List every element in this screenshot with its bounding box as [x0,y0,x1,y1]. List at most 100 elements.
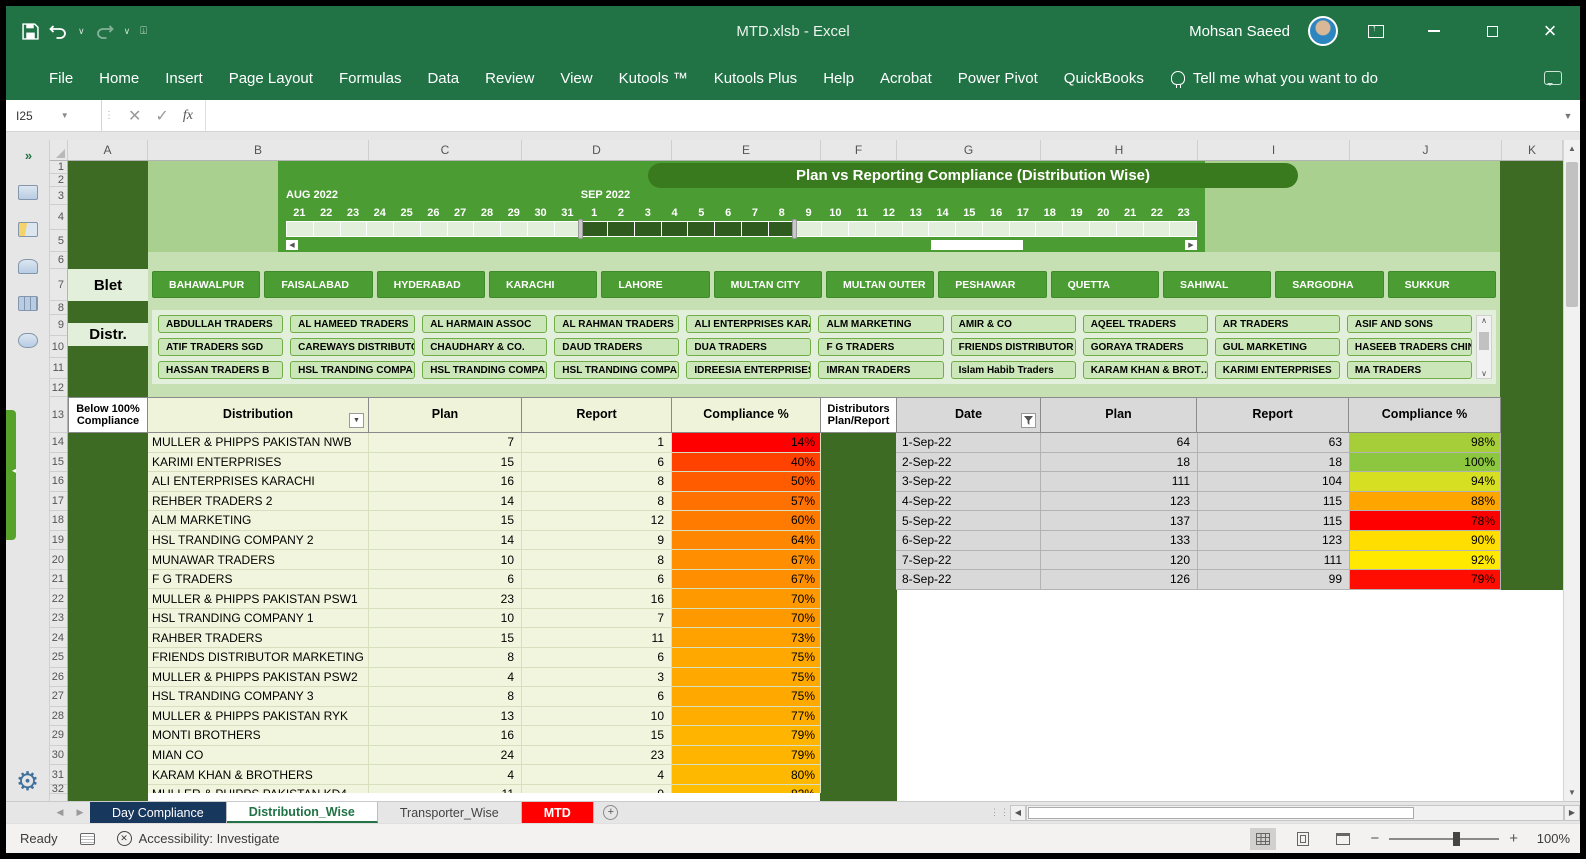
timeline-day-cell[interactable] [367,221,394,237]
timeline-day-cell[interactable] [1144,221,1171,237]
distribution-name-cell[interactable]: MULLER & PHIPPS PAKISTAN PSW1 [148,589,369,609]
distributor-button-hassan-traders-b[interactable]: HASSAN TRADERS B [158,361,283,379]
row-header-15[interactable]: 15 [50,453,67,473]
save-icon[interactable] [22,23,39,40]
compliance-cell[interactable]: 100% [1350,453,1501,473]
ribbon-tab-quickbooks[interactable]: QuickBooks [1051,64,1157,93]
plan-cell[interactable]: 14 [369,531,522,551]
compliance-cell[interactable]: 75% [672,648,821,668]
distributor-button-al-hameed-traders[interactable]: AL HAMEED TRADERS [290,315,415,333]
distributor-button-haseeb-traders-chini[interactable]: HASEEB TRADERS CHINI… [1347,338,1472,356]
scroll-up-icon[interactable]: ▲ [1564,140,1580,157]
column-header-k[interactable]: K [1502,140,1563,160]
vertical-scroll-thumb[interactable] [1566,162,1578,307]
distribution-name-cell[interactable]: ALM MARKETING [148,511,369,531]
formula-input[interactable] [206,100,1556,131]
scroll-down-icon[interactable]: ∨ [1481,369,1487,378]
distributor-button-ali-enterprises-kara[interactable]: ALI ENTERPRISES KARA… [686,315,811,333]
redo-icon[interactable] [95,23,114,39]
timeline-day-cell-selected[interactable] [742,221,769,237]
plan-cell[interactable]: 10 [369,609,522,629]
belt-button-hyderabad[interactable]: HYDERABAD [377,271,485,298]
distribution-name-cell[interactable]: MONTI BROTHERS [148,726,369,746]
report-cell[interactable]: 104 [1198,472,1350,492]
distributor-button-hsl-tranding-compa[interactable]: HSL TRANDING COMPA… [422,361,547,379]
compliance-cell[interactable]: 70% [672,589,821,609]
plan-cell[interactable]: 137 [1041,511,1198,531]
sheet-tab-mtd[interactable]: MTD [522,802,594,823]
distribution-name-cell[interactable]: KARIMI ENTERPRISES [148,453,369,473]
column-header-h[interactable]: H [1041,140,1198,160]
compliance-cell[interactable]: 78% [1350,511,1501,531]
plan-cell[interactable]: 8 [369,648,522,668]
column-header-j[interactable]: J [1350,140,1502,160]
row-header-25[interactable]: 25 [50,648,67,668]
timeline-day-cell[interactable] [421,221,448,237]
select-all-corner[interactable] [50,140,68,160]
ribbon-tab-kutools-plus[interactable]: Kutools Plus [701,64,810,93]
column-header-i[interactable]: I [1198,140,1350,160]
timeline-selection-end-handle[interactable] [792,219,797,239]
timeline-day-cell-selected[interactable] [635,221,662,237]
report-cell[interactable]: 8 [522,472,672,492]
row-header-27[interactable]: 27 [50,687,67,707]
name-box[interactable]: I25 ▼ [6,100,102,131]
distributor-button-alm-marketing[interactable]: ALM MARKETING [818,315,943,333]
ribbon-tab-data[interactable]: Data [414,64,472,93]
compliance-cell[interactable]: 88% [1350,492,1501,512]
column-header-c[interactable]: C [369,140,522,160]
ribbon-tab-acrobat[interactable]: Acrobat [867,64,945,93]
ribbon-display-options-icon[interactable] [1356,16,1396,46]
belt-button-karachi[interactable]: KARACHI [489,271,597,298]
plan-cell[interactable]: 126 [1041,570,1198,590]
compliance-cell[interactable]: 40% [672,453,821,473]
sheet-tab-distribution-wise[interactable]: Distribution_Wise [227,802,378,823]
column-header-g[interactable]: G [897,140,1041,160]
compliance-cell[interactable]: 67% [672,550,821,570]
plan-cell[interactable]: 18 [1041,453,1198,473]
timeline-scroll-right-icon[interactable]: ▶ [1185,240,1197,250]
belt-button-multan-outer[interactable]: MULTAN OUTER [826,271,934,298]
timeline-day-cell[interactable] [501,221,528,237]
distribution-name-cell[interactable]: MULLER & PHIPPS PAKISTAN PSW2 [148,668,369,688]
row-header-3[interactable]: 3 [50,187,67,205]
date-cell[interactable]: 5-Sep-22 [896,511,1041,531]
normal-view-button[interactable] [1250,828,1276,850]
customize-qat-icon[interactable]: ⍗ [140,25,147,38]
sheet-tab-transporter-wise[interactable]: Transporter_Wise [378,802,522,823]
resize-pane-icon[interactable] [18,222,38,237]
date-cell[interactable]: 2-Sep-22 [896,453,1041,473]
ribbon-tab-home[interactable]: Home [86,64,152,93]
timeline-day-cell[interactable] [1063,221,1090,237]
undo-dropdown-icon[interactable]: ∨ [78,26,85,37]
column-header-b[interactable]: B [148,140,369,160]
distributor-button-imran-traders[interactable]: IMRAN TRADERS [818,361,943,379]
report-cell[interactable]: 12 [522,511,672,531]
compliance-cell[interactable]: 79% [1350,570,1501,590]
compliance-cell[interactable]: 90% [1350,531,1501,551]
timeline-day-cell[interactable] [286,221,314,237]
plan-cell[interactable]: 8 [369,687,522,707]
timeline-day-cell-selected[interactable] [662,221,689,237]
report-cell[interactable]: 3 [522,668,672,688]
plan-cell[interactable]: 133 [1041,531,1198,551]
plan-cell[interactable]: 13 [369,707,522,727]
timeline-selection-start-handle[interactable] [578,219,583,239]
report-cell[interactable]: 16 [522,589,672,609]
distributor-button-islam-habib-traders[interactable]: Islam Habib Traders [951,361,1076,379]
timeline-day-cell[interactable] [528,221,555,237]
date-filter-icon[interactable] [1021,413,1036,428]
distribution-name-cell[interactable]: MUNAWAR TRADERS [148,550,369,570]
plan-cell[interactable]: 64 [1041,433,1198,453]
new-sheet-button[interactable]: + [594,802,628,823]
zoom-slider[interactable]: − + [1370,830,1518,847]
row-header-19[interactable]: 19 [50,531,67,551]
report-cell[interactable]: 6 [522,687,672,707]
report-cell[interactable]: 4 [522,765,672,785]
distributor-button-daud-traders[interactable]: DAUD TRADERS [554,338,679,356]
timeline-day-cell[interactable] [1036,221,1063,237]
row-header-12[interactable]: 12 [50,379,67,397]
report-cell[interactable]: 9 [522,785,672,793]
date-cell[interactable]: 8-Sep-22 [896,570,1041,590]
belt-button-lahore[interactable]: LAHORE [601,271,709,298]
